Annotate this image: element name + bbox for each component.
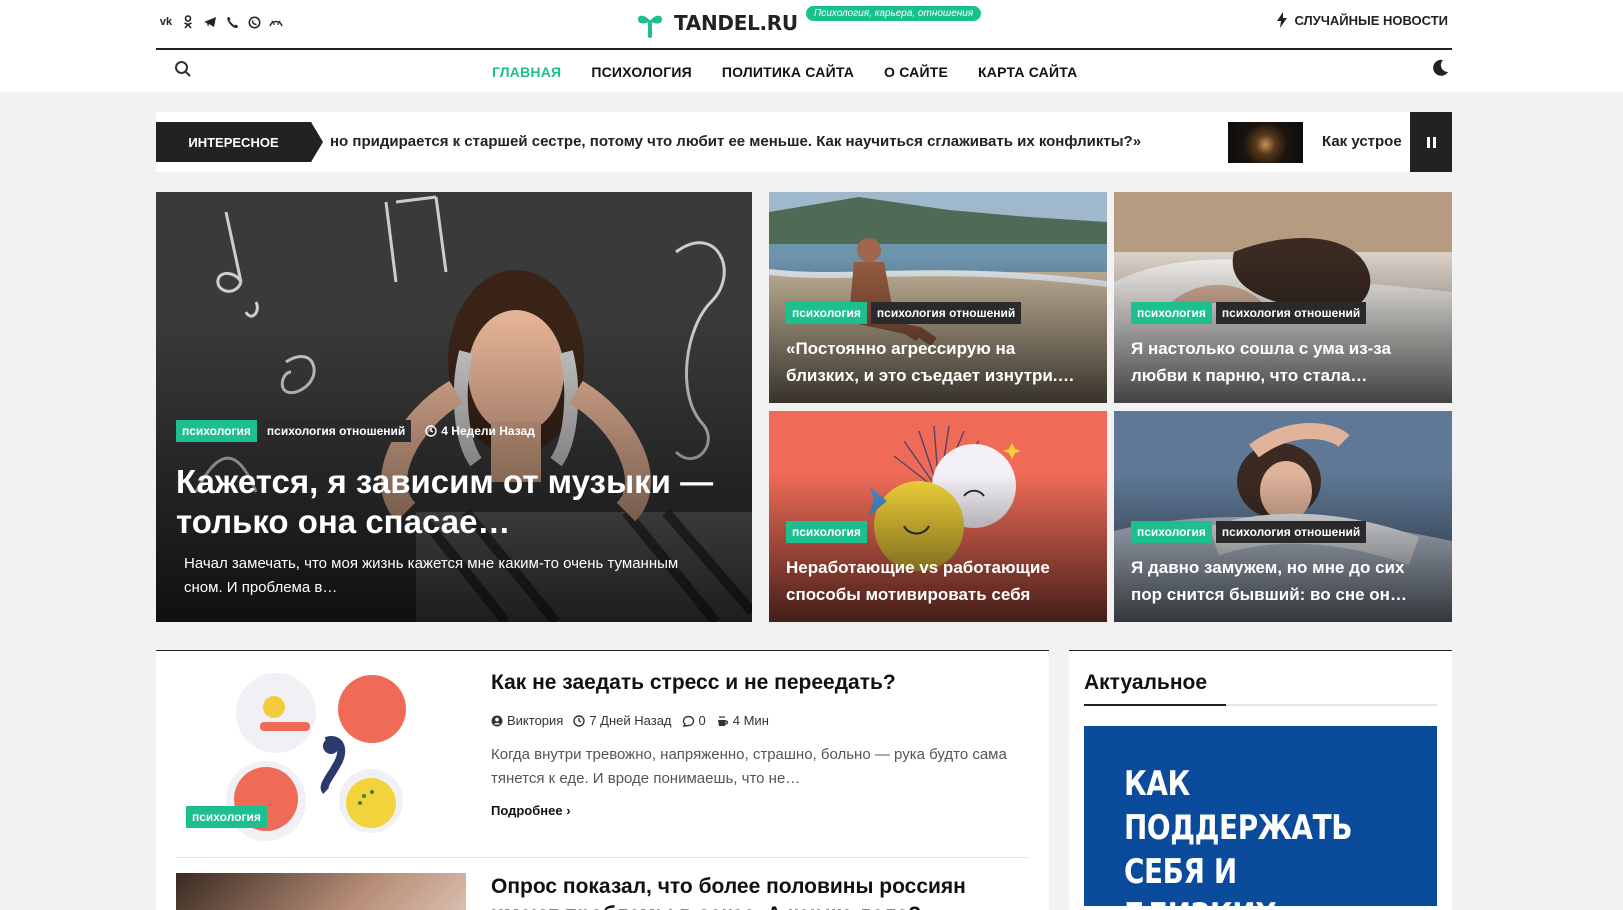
pause-icon-bar: [1432, 136, 1436, 148]
card-tags: психология: [786, 521, 867, 543]
header-divider: [156, 48, 1452, 50]
featured-card[interactable]: психология психология отношений Я давно …: [1114, 411, 1452, 622]
nav-item-about[interactable]: О САЙТЕ: [884, 64, 948, 80]
coffee-icon: [717, 715, 728, 726]
featured-card[interactable]: психология психология отношений «Постоян…: [769, 192, 1107, 403]
featured-card[interactable]: психология Неработающие vs работающие сп…: [769, 411, 1107, 622]
sidebar-title-underline: [1084, 704, 1437, 706]
banner-text: КАК ПОДДЕРЖАТЬ СЕБЯ И БЛИЗКИХ: [1124, 764, 1353, 910]
search-button[interactable]: [174, 60, 194, 80]
dark-mode-toggle[interactable]: [1430, 58, 1452, 80]
main-nav: ГЛАВНАЯ ПСИХОЛОГИЯ ПОЛИТИКА САЙТА О САЙТ…: [492, 64, 1077, 80]
featured-card[interactable]: психология психология отношений Я настол…: [1114, 192, 1452, 403]
logo-mark-icon: [636, 9, 664, 38]
read-more-label: Подробнее: [491, 803, 563, 818]
card-tags: психология психология отношений: [1131, 302, 1367, 324]
hero-article[interactable]: психология психология отношений 4 Недели…: [156, 192, 752, 622]
news-ticker: ИНТЕРЕСНОЕ но придирается к старшей сест…: [156, 112, 1452, 172]
hero-excerpt: Начал замечать, что моя жизнь кажется мн…: [184, 555, 679, 596]
card-title[interactable]: «Постоянно агрессирую на близких, и это …: [786, 335, 1086, 389]
chevron-right-icon: ›: [566, 803, 571, 818]
ticker-thumbnail[interactable]: [1228, 122, 1303, 163]
social-links: vk: [158, 14, 284, 30]
category-tag[interactable]: психология отношений: [1215, 302, 1367, 324]
search-icon: [175, 61, 191, 77]
category-tag[interactable]: психология: [786, 521, 867, 543]
ticker-label: ИНТЕРЕСНОЕ: [156, 122, 323, 162]
logo-tagline: Психология, карьера, отношения: [806, 6, 982, 21]
read-time-text: 4 Мин: [732, 713, 769, 728]
nav-item-home[interactable]: ГЛАВНАЯ: [492, 64, 561, 80]
author-name: Виктория: [507, 713, 564, 728]
logo-text: TANDEL.RU: [674, 11, 798, 35]
read-time: 4 Мин: [716, 713, 769, 728]
dzen-icon[interactable]: [268, 14, 284, 30]
site-header: vk TANDEL.RU Психология, карьера, отноше…: [0, 0, 1623, 92]
comments-count[interactable]: 0: [682, 713, 706, 728]
article-thumbnail[interactable]: [176, 873, 466, 910]
sidebar-banner[interactable]: КАК ПОДДЕРЖАТЬ СЕБЯ И БЛИЗКИХ: [1084, 726, 1437, 910]
vk-icon[interactable]: vk: [158, 14, 174, 30]
hero-title[interactable]: Кажется, я зависим от музыки — только он…: [176, 462, 716, 542]
clock-icon: [425, 425, 437, 437]
card-tags: психология психология отношений: [1131, 521, 1367, 543]
comments-count-text: 0: [698, 713, 706, 728]
article-divider: [176, 857, 1029, 858]
category-tag[interactable]: психология: [176, 420, 257, 442]
article-title[interactable]: Опрос показал, что более половины россия…: [491, 873, 1011, 910]
whatsapp-icon[interactable]: [246, 14, 262, 30]
hero-tags: психология психология отношений 4 Недели…: [176, 420, 535, 442]
nav-item-sitemap[interactable]: КАРТА САЙТА: [978, 64, 1077, 80]
category-tag[interactable]: психология: [786, 302, 867, 324]
user-icon: [491, 715, 503, 726]
category-tag[interactable]: психология: [1131, 521, 1212, 543]
card-title[interactable]: Я давно замужем, но мне до сих пор снитс…: [1131, 554, 1431, 608]
comment-icon: [682, 715, 694, 727]
category-tag[interactable]: психология отношений: [260, 420, 412, 442]
article-list: психология Как не заедать стресс и не пе…: [156, 650, 1049, 910]
read-more-link[interactable]: Подробнее ›: [491, 803, 571, 818]
clock-icon: [573, 714, 586, 727]
random-news-label: СЛУЧАЙНЫЕ НОВОСТИ: [1294, 12, 1448, 28]
post-date-text: 7 Дней Назад: [589, 713, 672, 728]
category-tag[interactable]: психология отношений: [870, 302, 1022, 324]
card-title[interactable]: Я настолько сошла с ума из-за любви к па…: [1131, 335, 1431, 389]
card-tags: психология психология отношений: [786, 302, 1022, 324]
ok-icon[interactable]: [180, 14, 196, 30]
random-news-link[interactable]: СЛУЧАЙНЫЕ НОВОСТИ: [1276, 12, 1448, 28]
ticker-item[interactable]: но придирается к старшей сестре, потому …: [330, 133, 1141, 150]
pause-icon: [1426, 136, 1430, 148]
moon-icon: [1433, 59, 1448, 76]
sidebar-title: Актуальное: [1084, 671, 1208, 694]
article-meta: Виктория 7 Дней Назад 0 4 Мин: [491, 713, 769, 728]
nav-item-policy[interactable]: ПОЛИТИКА САЙТА: [722, 64, 854, 80]
ticker-pause-button[interactable]: [1410, 112, 1452, 172]
post-time: 4 Недели Назад: [425, 424, 535, 438]
category-tag[interactable]: психология: [186, 806, 267, 828]
lightning-icon: [1277, 12, 1288, 28]
category-tag[interactable]: психология отношений: [1215, 521, 1367, 543]
header-inner: vk TANDEL.RU Психология, карьера, отноше…: [156, 0, 1452, 92]
ticker-item-next[interactable]: Как устрое: [1322, 133, 1414, 150]
telegram-icon[interactable]: [202, 14, 218, 30]
post-time-text: 4 Недели Назад: [441, 424, 535, 438]
sidebar: Актуальное КАК ПОДДЕРЖАТЬ СЕБЯ И БЛИЗКИХ: [1069, 650, 1452, 910]
nav-item-psychology[interactable]: ПСИХОЛОГИЯ: [591, 64, 692, 80]
article-excerpt: Когда внутри тревожно, напряженно, страш…: [491, 746, 1007, 787]
category-tag[interactable]: психология: [1131, 302, 1212, 324]
site-logo[interactable]: TANDEL.RU Психология, карьера, отношения: [636, 6, 982, 40]
card-title[interactable]: Неработающие vs работающие способы мотив…: [786, 554, 1086, 608]
post-date: 7 Дней Назад: [573, 713, 672, 728]
article-thumbnail[interactable]: психология: [176, 671, 466, 846]
author[interactable]: Виктория: [491, 713, 563, 728]
viber-icon[interactable]: [224, 14, 240, 30]
article-title[interactable]: Как не заедать стресс и не переедать?: [491, 671, 896, 695]
